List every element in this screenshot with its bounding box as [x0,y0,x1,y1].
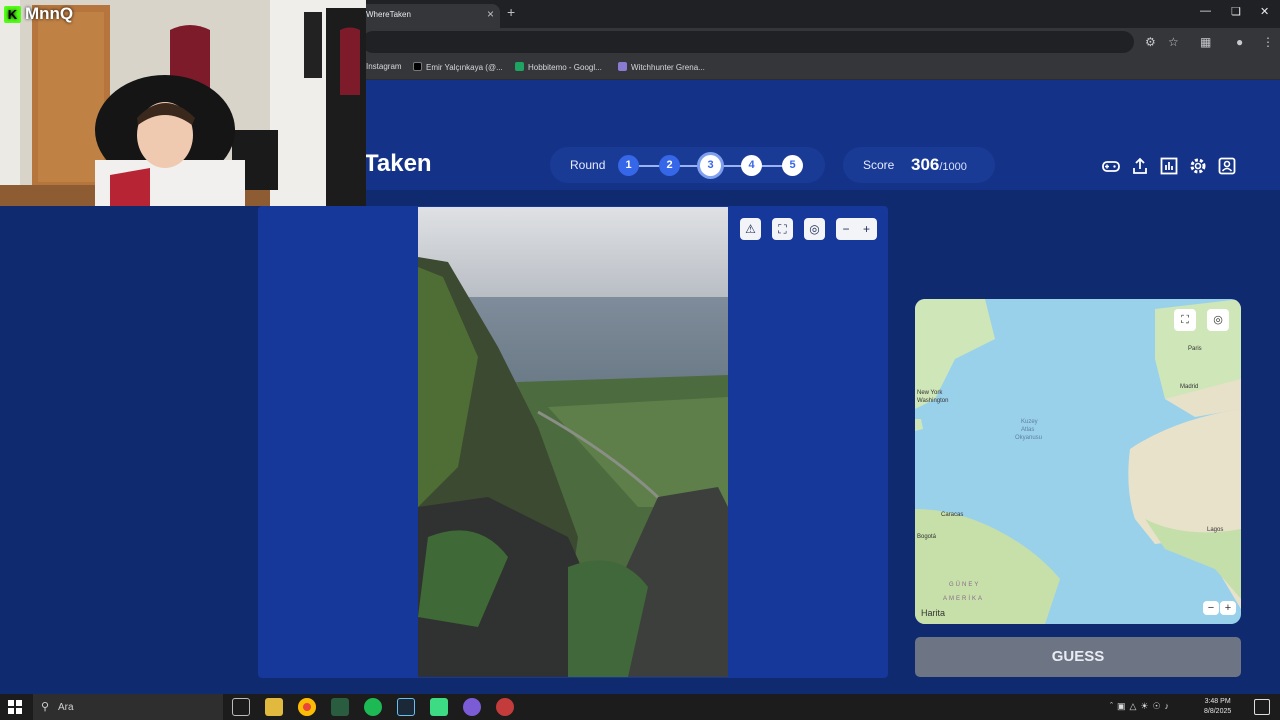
new-tab-icon[interactable]: + [507,4,515,20]
search-icon: ⚲ [41,701,50,713]
restore-icon[interactable]: ❏ [1231,5,1241,18]
map-label-paris: Paris [1188,346,1202,352]
map-label-ocean-2: Atlas [1021,427,1035,433]
gamepad-icon[interactable] [1101,156,1121,176]
shield-icon [618,62,627,71]
translate-icon[interactable]: ⚙ [1145,35,1156,49]
photo-fullscreen-button[interactable]: ⛶ [772,218,793,240]
map-label-bogota: Bogotá [917,534,937,540]
spotify-icon[interactable] [364,698,382,716]
stats-icon[interactable] [1159,156,1179,176]
round-1: 1 [618,155,639,176]
map-fullscreen-button[interactable]: ⛶ [1174,309,1196,331]
round-2: 2 [659,155,680,176]
profile-avatar-icon[interactable]: ● [1236,35,1243,49]
guess-button[interactable]: GUESS [915,637,1241,677]
bookmark-x[interactable]: Emir Yalçınkaya (@... [413,62,503,72]
file-explorer-icon[interactable] [265,698,283,716]
round-3-current: 3 [700,155,721,176]
map-label-washington: Washington [917,398,949,404]
map-label-caracas: Caracas [941,512,964,518]
location-photo[interactable] [418,207,728,677]
score-display: Score 306/1000 [843,147,995,183]
round-indicator: Round 1 2 3 4 5 [550,147,825,183]
settings-icon[interactable] [1188,156,1208,176]
webcam-overlay: K MnnQ [0,0,366,206]
obs-icon[interactable] [496,698,514,716]
taskbar-clock[interactable]: 3:48 PM 8/8/2025 [1204,697,1231,717]
minimize-icon[interactable]: — [1200,5,1211,17]
clock-time: 3:48 PM [1204,698,1231,705]
report-button[interactable]: ⚠ [740,218,761,240]
tab-title: WhereTaken [366,10,411,19]
round-label: Round [570,158,606,172]
score-max: /1000 [939,161,967,173]
map-label-south-1: GÜNEY [949,582,981,588]
play-icon[interactable] [430,698,448,716]
task-view-icon[interactable] [232,698,250,716]
address-bar[interactable] [362,31,1134,53]
profile-icon[interactable] [1217,156,1237,176]
map-label-newyork: New York [917,390,943,396]
sheets-icon [515,62,524,71]
browser-tab[interactable]: WhereTaken × [360,4,500,28]
photo-zoom-out-button[interactable]: − [836,218,856,240]
notification-icon[interactable] [1254,699,1270,715]
terminal-icon[interactable] [331,698,349,716]
map-label-lagos: Lagos [1207,527,1224,533]
clock-date: 8/8/2025 [1204,708,1232,715]
search-placeholder: Ara [58,702,74,713]
webcam-feed [0,0,366,206]
steam-icon[interactable] [397,698,415,716]
bookmark-star-icon[interactable]: ☆ [1168,35,1179,49]
chrome-icon[interactable] [298,698,316,716]
bookmark-instagram[interactable]: Instagram [366,62,402,71]
score-label: Score [863,158,895,172]
map-zoom-in-button[interactable]: + [1220,601,1236,615]
map-label-ocean-1: Kuzey [1021,419,1038,425]
kick-logo-icon: K [4,6,21,23]
windows-start-icon[interactable] [8,700,22,714]
bookmark-witchhunter[interactable]: Witchhunter Grena... [618,62,705,72]
screen: WhereTaken × + — ❏ ✕ ⚙ ☆ ▦ ● ⋮ Instagram… [0,0,1280,720]
map-zoom-out-button[interactable]: − [1203,601,1219,615]
guess-map[interactable]: Paris Madrid New York Washington Kuzey A… [915,299,1241,624]
extensions-icon[interactable]: ▦ [1200,35,1211,49]
photo-recenter-button[interactable]: ◎ [804,218,825,240]
photo-zoom-in-button[interactable]: + [856,218,877,240]
map-recenter-button[interactable]: ◎ [1207,309,1229,331]
map-label-madrid: Madrid [1180,384,1199,390]
system-tray-icons[interactable]: ˆ▣△☀☉♪ [1110,701,1173,712]
round-4: 4 [741,155,762,176]
discord-icon[interactable] [463,698,481,716]
browser-menu-icon[interactable]: ⋮ [1262,35,1274,49]
map-label-south-2: AMERİKA [943,596,985,602]
map-label-ocean-3: Okyanusu [1015,435,1043,441]
bookmark-sheets[interactable]: Hobbitemo - Googl... [515,62,602,72]
map-attribution: Harita [921,608,946,618]
app-brand[interactable]: Taken [364,150,432,178]
round-5: 5 [782,155,803,176]
score-value: 306/1000 [911,155,967,174]
channel-badge: K MnnQ [4,4,73,24]
windows-taskbar: ⚲ Ara ˆ▣△☀☉♪ 3:48 PM 8/8/2025 [0,694,1280,720]
share-icon[interactable] [1130,156,1150,176]
tab-close-icon[interactable]: × [487,7,494,21]
x-logo-icon [413,62,422,71]
taskbar-search[interactable]: ⚲ Ara [33,694,223,720]
close-window-icon[interactable]: ✕ [1260,5,1269,18]
